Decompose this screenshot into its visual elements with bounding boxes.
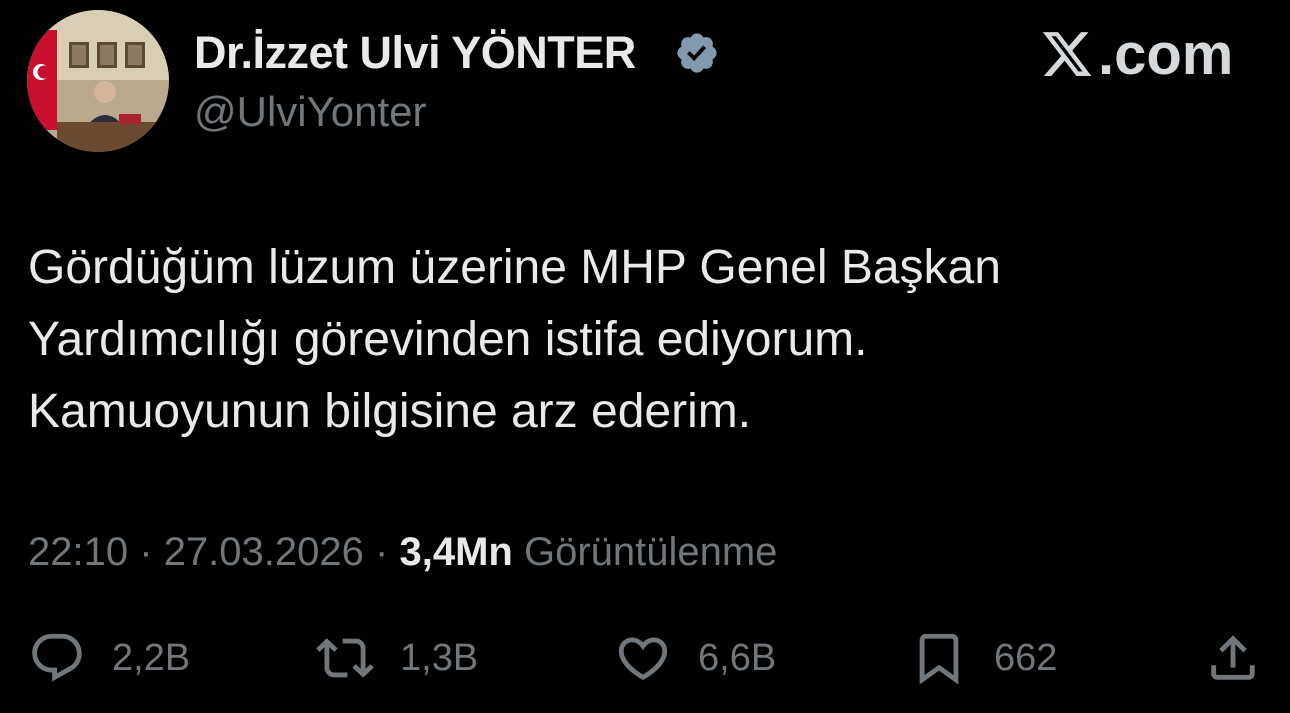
bookmark-count: 662: [994, 636, 1058, 679]
verified-badge-icon: [677, 33, 717, 73]
x-logo-icon: [1042, 32, 1092, 76]
brand-watermark: .com: [1040, 21, 1234, 87]
reply-icon: [32, 633, 82, 682]
retweet-icon: [316, 638, 374, 678]
views-count: 3,4Mn: [399, 530, 513, 574]
tweet-time[interactable]: 22:10: [28, 530, 128, 574]
heart-icon: [618, 637, 668, 681]
tweet-date[interactable]: 27.03.2026: [164, 530, 364, 574]
retweet-button[interactable]: 1,3B: [316, 628, 478, 688]
meta-separator: ·: [139, 530, 153, 574]
tweet-text-line: Kamuoyunun bilgisine arz ederim.: [28, 385, 752, 438]
meta-separator: ·: [375, 530, 389, 574]
author-handle[interactable]: @UlviYonter: [194, 88, 427, 136]
reply-button[interactable]: 2,2B: [28, 628, 190, 688]
tweet-meta: 22:10 · 27.03.2026 · 3,4Mn Görüntülenme: [28, 530, 777, 575]
avatar[interactable]: [27, 10, 169, 152]
share-icon: [1211, 635, 1255, 680]
brand-domain-label: .com: [1098, 21, 1234, 87]
bookmark-button[interactable]: 662: [910, 628, 1057, 688]
like-count: 6,6B: [698, 636, 777, 679]
reply-count: 2,2B: [112, 636, 191, 679]
avatar-photo: [27, 10, 169, 152]
retweet-count: 1,3B: [400, 636, 479, 679]
views-label: Görüntülenme: [523, 530, 778, 574]
author-display-name[interactable]: Dr.İzzet Ulvi YÖNTER: [194, 27, 636, 79]
tweet-text-line: Yardımcılığı görevinden istifa ediyorum.: [28, 313, 868, 366]
share-button[interactable]: [1204, 628, 1262, 688]
tweet-text-line: Gördüğüm lüzum üzerine MHP Genel Başkan: [28, 241, 1001, 294]
tweet-text: Gördüğüm lüzum üzerine MHP Genel Başkan …: [28, 232, 1228, 448]
like-button[interactable]: 6,6B: [614, 628, 776, 688]
bookmark-icon: [919, 633, 959, 685]
